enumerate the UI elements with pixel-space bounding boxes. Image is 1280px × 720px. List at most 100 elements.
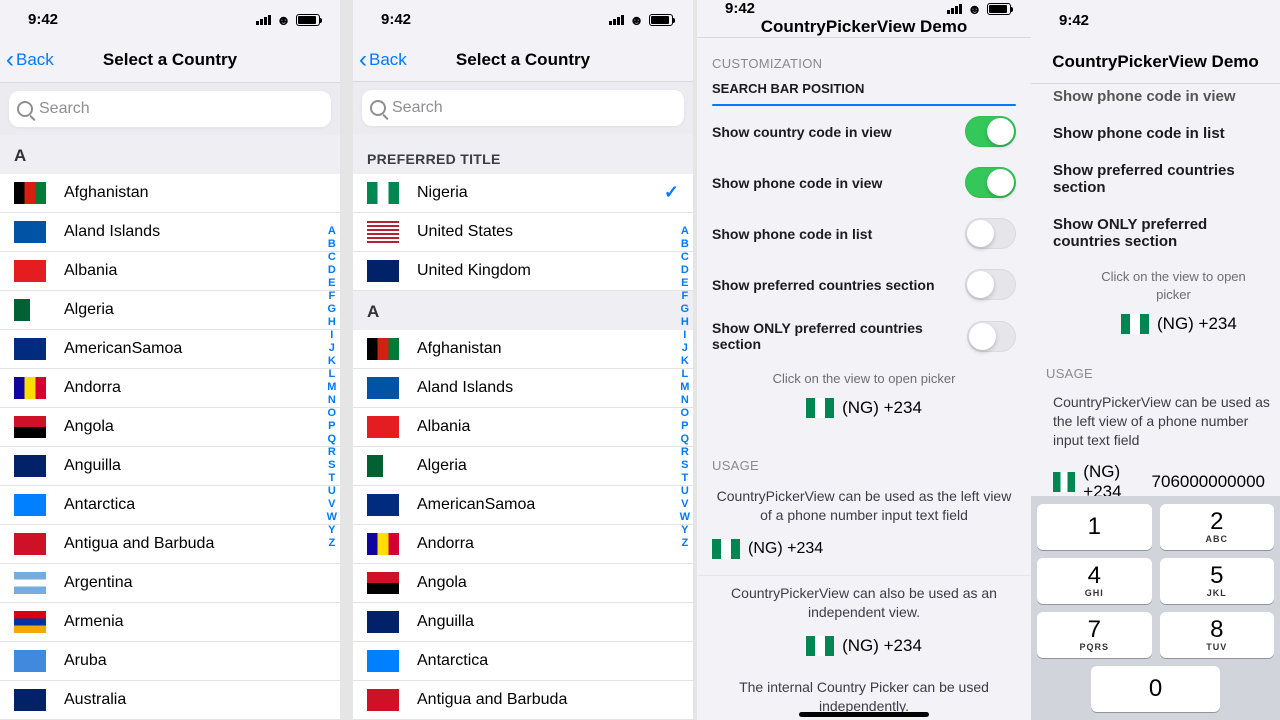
index-letter[interactable]: S [327,459,337,472]
index-letter[interactable]: M [680,381,690,394]
index-letter[interactable]: P [680,420,690,433]
country-row[interactable]: Angola [0,408,340,447]
index-letter[interactable]: Z [680,537,690,550]
index-letter[interactable]: D [680,264,690,277]
search-input[interactable]: Search [362,90,684,126]
index-letter[interactable]: G [680,303,690,316]
country-row[interactable]: Aruba [0,642,340,681]
index-letter[interactable]: N [327,394,337,407]
index-letter[interactable]: L [680,368,690,381]
index-letter[interactable]: Y [327,524,337,537]
index-letter[interactable]: V [327,498,337,511]
index-letter[interactable]: M [327,381,337,394]
picker-view[interactable]: (NG) +234 [697,392,1031,432]
country-row[interactable]: Afghanistan [0,174,340,213]
country-row[interactable]: Antarctica [353,642,693,681]
toggle-switch[interactable] [967,321,1016,352]
index-letter[interactable]: I [680,329,690,342]
country-row[interactable]: Andorra [353,525,693,564]
index-letter[interactable]: K [327,355,337,368]
index-letter[interactable]: T [680,472,690,485]
index-letter[interactable]: F [680,290,690,303]
index-letter[interactable]: Q [327,433,337,446]
country-row[interactable]: Anguilla [0,447,340,486]
country-row[interactable]: AmericanSamoa [0,330,340,369]
index-letter[interactable]: Y [680,524,690,537]
index-letter[interactable]: T [327,472,337,485]
index-letter[interactable]: J [680,342,690,355]
country-row[interactable]: Armenia [0,603,340,642]
toggle-switch[interactable] [965,116,1016,147]
country-row[interactable]: Aland Islands [353,369,693,408]
country-row[interactable]: Argentina [0,564,340,603]
index-letter[interactable]: A [680,225,690,238]
index-bar[interactable]: ABCDEFGHIJKLMNOPQRSTUVWYZ [680,225,690,550]
country-row[interactable]: Albania [0,252,340,291]
index-letter[interactable]: S [680,459,690,472]
keypad-key-4[interactable]: 4GHI [1037,558,1152,604]
index-letter[interactable]: A [327,225,337,238]
country-row[interactable]: Angola [353,564,693,603]
phone-input-row[interactable]: (NG) +234 [697,533,1031,576]
keypad-key-0[interactable]: 0 [1091,666,1220,712]
index-letter[interactable]: C [680,251,690,264]
index-letter[interactable]: L [327,368,337,381]
keypad-key-2[interactable]: 2ABC [1160,504,1275,550]
index-letter[interactable]: O [327,407,337,420]
country-row[interactable]: Algeria [0,291,340,330]
independent-picker-view[interactable]: (NG) +234 [697,630,1031,670]
index-letter[interactable]: K [680,355,690,368]
index-letter[interactable]: R [327,446,337,459]
country-row[interactable]: United Kingdom [353,252,693,291]
back-button[interactable]: ‹Back [6,48,54,72]
country-row[interactable]: Australia [0,681,340,720]
home-indicator[interactable] [799,712,929,717]
index-letter[interactable]: P [327,420,337,433]
country-row[interactable]: Aland Islands [0,213,340,252]
toggle-switch[interactable] [965,269,1016,300]
index-letter[interactable]: W [327,511,337,524]
index-letter[interactable]: J [327,342,337,355]
index-letter[interactable]: U [680,485,690,498]
index-letter[interactable]: F [327,290,337,303]
index-letter[interactable]: B [327,238,337,251]
keypad-key-7[interactable]: 7PQRS [1037,612,1152,658]
picker-view[interactable]: (NG) +234 [1031,308,1280,348]
keypad-key-5[interactable]: 5JKL [1160,558,1275,604]
search-input[interactable]: Search [9,91,331,127]
index-letter[interactable]: H [327,316,337,329]
toggle-switch[interactable] [965,167,1016,198]
keypad-key-8[interactable]: 8TUV [1160,612,1275,658]
index-letter[interactable]: N [680,394,690,407]
index-letter[interactable]: W [680,511,690,524]
index-bar[interactable]: ABCDEFGHIJKLMNOPQRSTUVWYZ [327,225,337,550]
index-letter[interactable]: Z [327,537,337,550]
index-letter[interactable]: G [327,303,337,316]
index-letter[interactable]: E [327,277,337,290]
country-row[interactable]: Afghanistan [353,330,693,369]
index-letter[interactable]: O [680,407,690,420]
index-letter[interactable]: D [327,264,337,277]
index-letter[interactable]: H [680,316,690,329]
keypad-key-1[interactable]: 1 [1037,504,1152,550]
index-letter[interactable]: C [327,251,337,264]
back-button[interactable]: ‹Back [359,48,407,72]
country-row[interactable]: Anguilla [353,603,693,642]
index-letter[interactable]: V [680,498,690,511]
index-letter[interactable]: U [327,485,337,498]
toggle-switch[interactable] [965,218,1016,249]
country-row[interactable]: Nigeria✓ [353,174,693,213]
index-letter[interactable]: I [327,329,337,342]
country-row[interactable]: Algeria [353,447,693,486]
country-row[interactable]: Andorra [0,369,340,408]
country-row[interactable]: AmericanSamoa [353,486,693,525]
country-row[interactable]: Albania [353,408,693,447]
country-row[interactable]: Antigua and Barbuda [0,525,340,564]
index-letter[interactable]: E [680,277,690,290]
index-letter[interactable]: B [680,238,690,251]
index-letter[interactable]: R [680,446,690,459]
country-row[interactable]: United States [353,213,693,252]
country-row[interactable]: Antigua and Barbuda [353,681,693,720]
country-row[interactable]: Antarctica [0,486,340,525]
index-letter[interactable]: Q [680,433,690,446]
